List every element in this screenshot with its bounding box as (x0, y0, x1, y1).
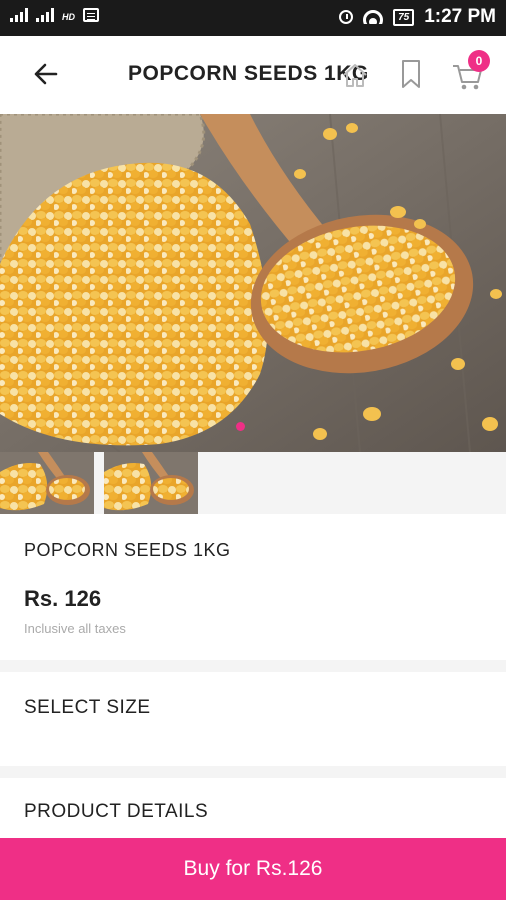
status-bar: HD 75 1:27 PM (0, 0, 506, 36)
home-icon[interactable] (340, 60, 370, 90)
wifi-icon (363, 10, 384, 24)
select-size-section[interactable] (0, 672, 506, 766)
product-image[interactable] (0, 114, 506, 452)
select-size-heading: SELECT SIZE (24, 697, 151, 718)
tax-note: Inclusive all taxes (24, 621, 126, 636)
carousel-indicator-dot[interactable] (236, 422, 245, 431)
thumbnail-1[interactable] (0, 452, 94, 514)
battery-icon: 75 (393, 8, 415, 26)
product-details-heading: PRODUCT DETAILS (24, 801, 209, 822)
notification-icon (83, 8, 99, 22)
thumbnail-strip (0, 452, 506, 514)
back-arrow-icon[interactable] (28, 56, 64, 92)
cart-count-badge: 0 (468, 50, 490, 72)
clock: 1:27 PM (424, 6, 496, 27)
signal-strength-icon (36, 8, 54, 22)
signal-strength-icon (10, 8, 28, 22)
product-price: Rs. 126 (24, 586, 102, 611)
thumbnail-2[interactable] (104, 452, 198, 514)
network-type-label: HD (62, 12, 75, 22)
app-header: POPCORN SEEDS 1KG 0 (0, 36, 506, 114)
bookmark-icon[interactable] (398, 58, 424, 90)
product-name: POPCORN SEEDS 1KG (24, 540, 231, 560)
buy-button[interactable]: Buy for Rs.126 (0, 838, 506, 900)
alarm-icon (339, 10, 354, 24)
